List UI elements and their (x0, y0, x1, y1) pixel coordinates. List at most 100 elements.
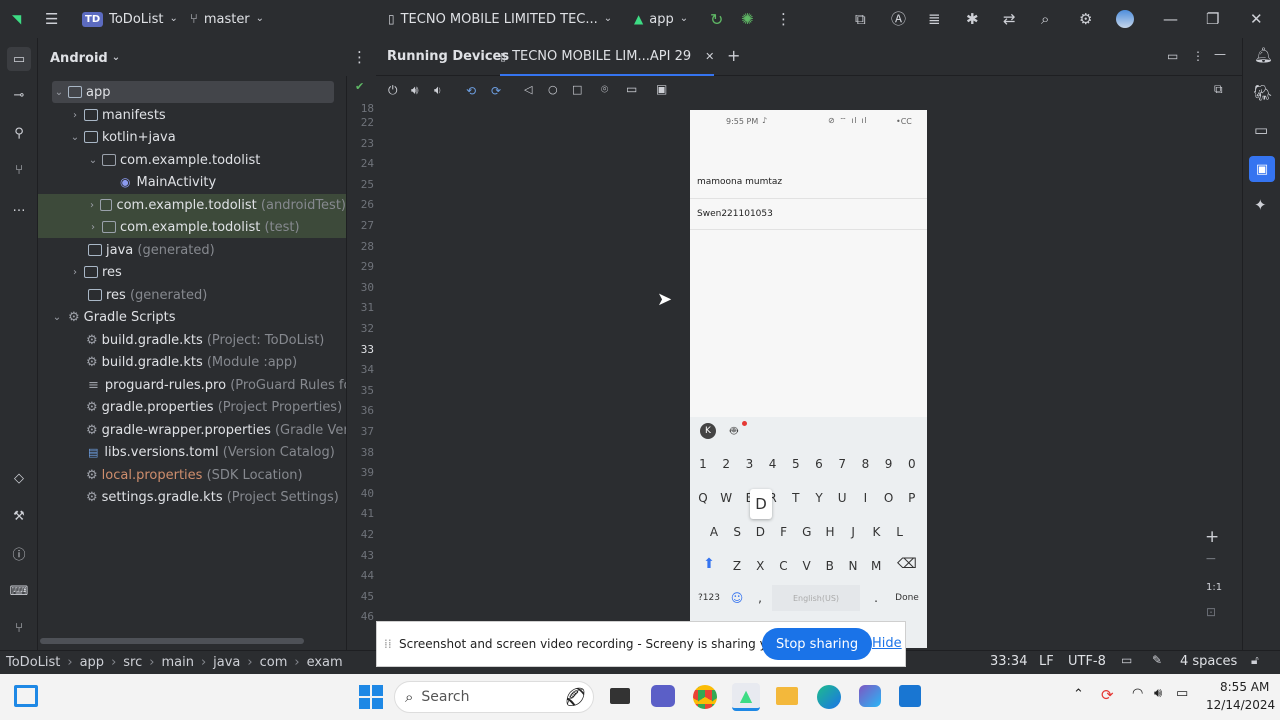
caret-position[interactable]: 33:34 (990, 654, 1027, 669)
file-explorer-icon[interactable] (776, 687, 798, 705)
period-key[interactable]: . (866, 585, 886, 611)
symbols-key[interactable]: ?123 (696, 585, 722, 611)
version-control-icon[interactable]: ⑂ (9, 618, 29, 638)
chrome-icon[interactable] (693, 685, 717, 709)
device-screen[interactable]: 9:55 PM ♪ ⊘ ⌔ ıl ıl •CC mamoona mumtaz S… (690, 110, 927, 648)
breadcrumb-item[interactable]: src (123, 655, 142, 670)
device-tab[interactable]: ▯ TECNO MOBILE LIM...API 29 ✕ (500, 38, 715, 76)
breadcrumb-item[interactable]: ToDoList (6, 655, 60, 670)
device-mirroring-icon[interactable]: ▣ (656, 83, 667, 95)
sticker-icon[interactable]: 🤖︎ (730, 423, 738, 441)
add-device-icon[interactable]: + (727, 48, 740, 64)
space-key[interactable]: English(US) (772, 585, 860, 611)
tree-item-package-test[interactable]: › com.example.todolist (test) (38, 216, 346, 238)
teams-icon[interactable] (651, 685, 675, 707)
tree-item-gradle-properties[interactable]: ⚙ gradle.properties (Project Properties) (38, 396, 346, 418)
key-b[interactable]: B (820, 553, 840, 579)
breadcrumb-item[interactable]: exam (307, 655, 343, 670)
key-c[interactable]: C (773, 553, 793, 579)
zoom-in-icon[interactable]: + (1205, 529, 1219, 546)
sync-tray-icon[interactable]: ⟳ (1101, 686, 1114, 704)
zoom-ratio-button[interactable]: 1:1 (1206, 582, 1222, 593)
fit-screen-icon[interactable]: ⊡ (1206, 606, 1216, 618)
taskbar-search-box[interactable]: ⌕ Search 🏈︎ (394, 681, 594, 713)
store-icon[interactable] (899, 685, 921, 707)
device-manager-icon[interactable]: ⧉ (855, 0, 866, 38)
sync-gradle-icon[interactable]: ⇄ (1003, 0, 1016, 38)
minimize-window-icon[interactable]: — (1163, 0, 1178, 38)
task-view-icon[interactable] (610, 688, 630, 704)
key-k[interactable]: K (866, 519, 886, 545)
panel-options-icon[interactable]: ⋮ (352, 50, 367, 66)
key-h[interactable]: H (820, 519, 840, 545)
tree-item-gradle-wrapper-properties[interactable]: ⚙ gradle-wrapper.properties (Gradle Vers… (38, 419, 346, 441)
key-t[interactable]: T (786, 485, 806, 511)
hide-panel-icon[interactable]: — (1214, 48, 1226, 60)
emoji-icon[interactable]: ☺ (727, 585, 747, 611)
android-studio-taskbar-icon[interactable]: ▲ (732, 683, 760, 711)
rerun-icon[interactable]: ↻ (710, 0, 723, 38)
close-icon[interactable]: ✕ (705, 51, 714, 62)
volume-up-icon[interactable]: 🔊︎ (411, 84, 419, 96)
stop-sharing-button[interactable]: Stop sharing (762, 628, 873, 660)
key-0[interactable]: 0 (902, 451, 922, 477)
project-selector[interactable]: TD ToDoList ⌄ (82, 0, 178, 38)
tree-item-build-gradle-module[interactable]: ⚙ build.gradle.kts (Module :app) (38, 351, 346, 373)
tree-item-kotlin-java[interactable]: ⌄ kotlin+java (38, 126, 346, 148)
key-z[interactable]: Z (727, 553, 747, 579)
tree-item-proguard[interactable]: ≡ proguard-rules.pro (ProGuard Rules for… (38, 374, 346, 396)
device-selector[interactable]: ▯ TECNO MOBILE LIMITED TEC... ⌄ (388, 0, 612, 38)
panel-options-icon[interactable]: ⋮ (1192, 50, 1204, 62)
comma-key[interactable]: , (750, 585, 770, 611)
maximize-window-icon[interactable]: ❐ (1206, 0, 1219, 38)
notifications-icon[interactable]: 🔔︎ (1254, 48, 1273, 63)
key-l[interactable]: L (890, 519, 910, 545)
key-a[interactable]: A (704, 519, 724, 545)
volume-icon[interactable]: 🔊︎ (1154, 686, 1162, 701)
hide-link[interactable]: Hide (872, 636, 902, 651)
rotate-right-icon[interactable]: ⟳ (491, 84, 501, 98)
problems-icon[interactable]: ⓘ (9, 543, 29, 563)
key-d[interactable]: D (750, 519, 770, 545)
key-2[interactable]: 2 (716, 451, 736, 477)
memory-indicator-icon[interactable]: ✎ (1152, 654, 1162, 666)
key-y[interactable]: Y (809, 485, 829, 511)
running-devices-icon[interactable]: ▣ (1249, 156, 1275, 182)
key-p[interactable]: P (902, 485, 922, 511)
key-o[interactable]: O (879, 485, 899, 511)
screen-record-icon[interactable]: ▭ (626, 83, 637, 95)
run-config-selector[interactable]: ▲ app ⌄ (634, 0, 688, 38)
wifi-icon[interactable]: ◠ (1132, 686, 1143, 701)
key-7[interactable]: 7 (832, 451, 852, 477)
indent-setting[interactable]: 4 spaces (1180, 654, 1237, 669)
breadcrumb-item[interactable]: java (213, 655, 240, 670)
key-9[interactable]: 9 (879, 451, 899, 477)
horizontal-scrollbar[interactable] (40, 638, 304, 644)
tree-item-build-gradle-project[interactable]: ⚙ build.gradle.kts (Project: ToDoList) (38, 329, 346, 351)
key-f[interactable]: F (774, 519, 794, 545)
screenshot-icon[interactable]: ⌾ (601, 83, 608, 95)
clock-time[interactable]: 8:55 AM (1220, 680, 1269, 694)
gradle-tool-icon[interactable]: 🐘︎ (1253, 86, 1272, 101)
structure-icon[interactable]: ⚲ (9, 123, 29, 143)
device-manager-icon[interactable]: ▭ (1254, 123, 1268, 138)
key-g[interactable]: G (797, 519, 817, 545)
key-w[interactable]: W (716, 485, 736, 511)
list-item[interactable]: Swen221101053 (690, 199, 927, 230)
pull-requests-icon[interactable]: ⑂ (9, 160, 29, 180)
battery-icon[interactable]: ▭ (1176, 686, 1188, 701)
widgets-icon[interactable] (14, 685, 38, 707)
gemini-icon[interactable]: ◇ (9, 468, 29, 488)
readonly-toggle-icon[interactable]: ▭ (1121, 654, 1132, 666)
rotate-left-icon[interactable]: ⟲ (466, 84, 476, 98)
power-icon[interactable]: ⏻ (388, 84, 398, 96)
drag-handle-icon[interactable]: ⁞⁞ (384, 637, 392, 651)
backspace-key[interactable]: ⌫ (895, 551, 919, 577)
overview-icon[interactable]: □ (572, 84, 582, 95)
key-m[interactable]: M (866, 553, 886, 579)
settings-icon[interactable]: ⚙ (1079, 0, 1092, 38)
start-menu-icon[interactable] (359, 685, 383, 709)
tree-item-java-generated[interactable]: java (generated) (38, 239, 346, 261)
list-item[interactable]: mamoona mumtaz (690, 170, 927, 199)
project-tool-icon[interactable]: ▭ (7, 47, 31, 71)
